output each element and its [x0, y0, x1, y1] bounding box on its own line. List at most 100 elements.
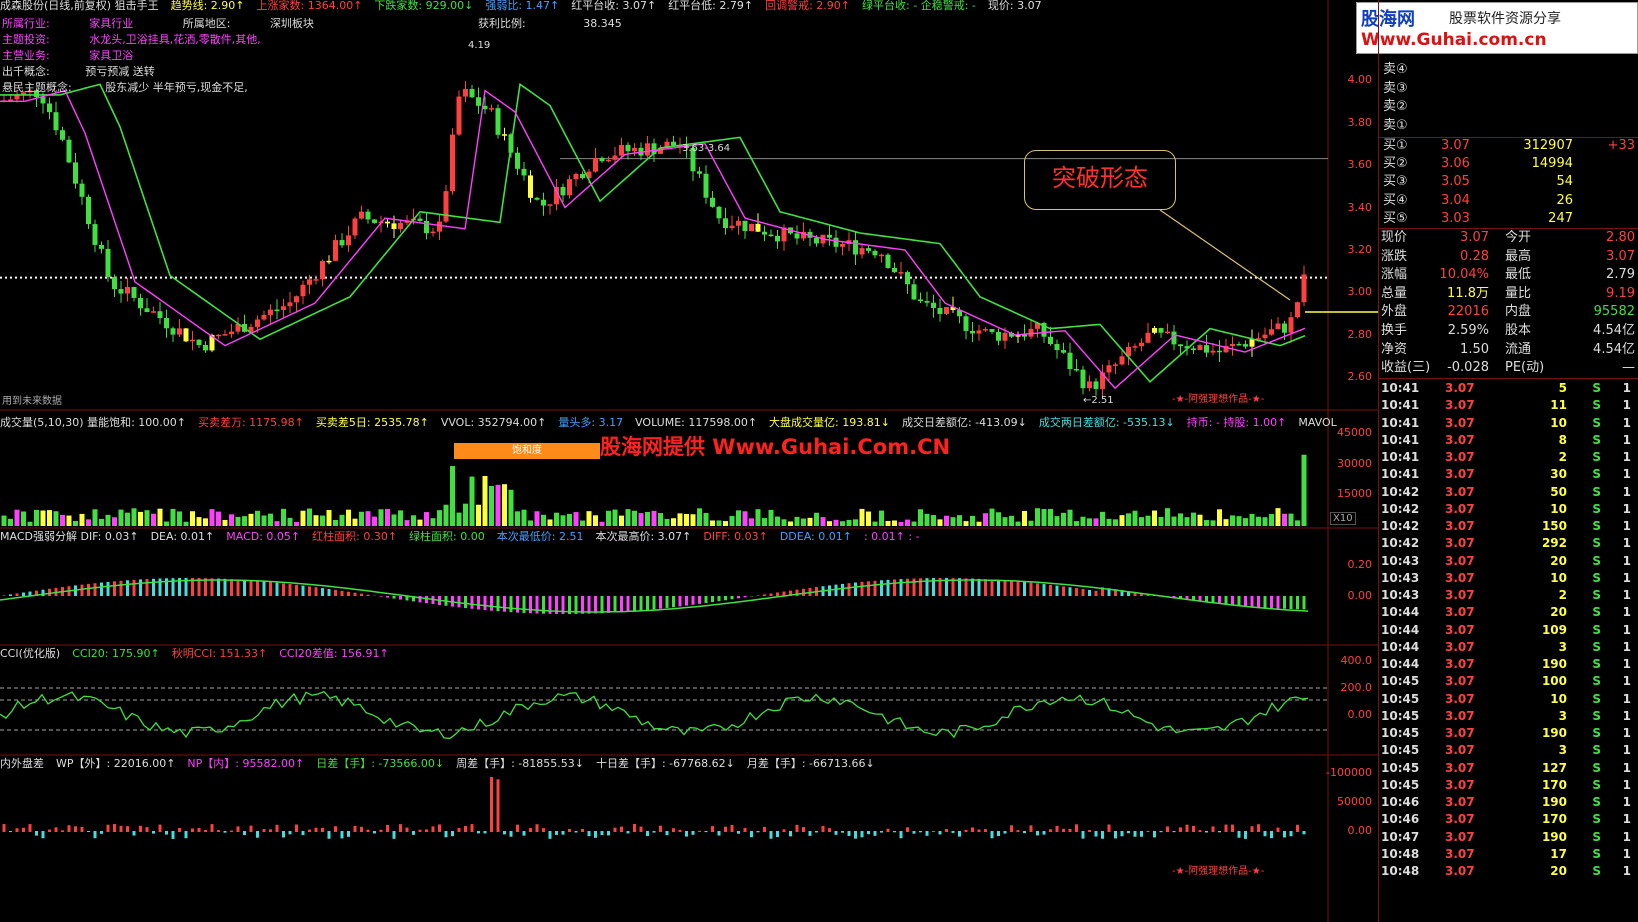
buy-order-row[interactable]: 买② 3.06 14994 — [1379, 155, 1638, 173]
tick-row[interactable]: 10:42 3.07 292 S 1 — [1379, 535, 1638, 552]
macd-bar — [1023, 582, 1026, 596]
macd-bar — [379, 596, 383, 597]
np-bar — [1088, 830, 1091, 832]
volume-bar — [255, 510, 260, 526]
np-bar — [1023, 831, 1026, 834]
chart-area[interactable]: 成森股份(日线,前复权) 狙击手王 趋势线: 2.90↑ 上涨家数: 1364.00… — [0, 0, 1378, 922]
cci-axis-tick: 400.0 — [1340, 654, 1373, 667]
price-axis-tick: 3.00 — [1347, 285, 1373, 298]
np-bar — [977, 829, 981, 832]
macd-bar — [275, 582, 279, 596]
np-bar — [41, 831, 45, 839]
np-bar — [717, 831, 721, 836]
buy-order-row[interactable]: 买① 3.07 312907 +33 — [1379, 137, 1638, 155]
volume-header-item: 成交量(5,10,30) 量能饱和: 100.00↑ — [0, 416, 186, 429]
candle-body — [1093, 381, 1099, 389]
tick-row[interactable]: 10:41 3.07 8 S 1 — [1379, 432, 1638, 449]
np-bar — [204, 829, 207, 832]
macd-bar — [717, 596, 721, 602]
np-bar — [522, 831, 526, 836]
volume-bar — [326, 510, 332, 526]
np-bar — [1101, 831, 1104, 839]
volume-bar — [437, 510, 442, 526]
tick-row[interactable]: 10:48 3.07 17 S 1 — [1379, 846, 1638, 863]
macd-bar — [646, 596, 649, 610]
np-bar — [405, 827, 409, 832]
volume-bar — [482, 476, 488, 526]
tick-row[interactable]: 10:43 3.07 20 S 1 — [1379, 553, 1638, 570]
macd-bar — [282, 583, 285, 596]
np-bar — [581, 828, 584, 832]
tick-row[interactable]: 10:45 3.07 10 S 1 — [1379, 691, 1638, 708]
tick-row[interactable]: 10:43 3.07 2 S 1 — [1379, 587, 1638, 604]
tick-row[interactable]: 10:45 3.07 3 S 1 — [1379, 708, 1638, 725]
macd-bar — [509, 596, 513, 613]
tick-row[interactable]: 10:42 3.07 10 S 1 — [1379, 501, 1638, 518]
tick-row[interactable]: 10:46 3.07 170 S 1 — [1379, 811, 1638, 828]
tick-row[interactable]: 10:46 3.07 190 S 1 — [1379, 794, 1638, 811]
region-value: 深圳板块 — [269, 17, 314, 30]
macd-bar — [249, 580, 253, 596]
np-bar — [743, 827, 747, 832]
np-bar — [230, 830, 233, 832]
tick-volume: 150 — [1541, 519, 1567, 533]
np-header-item: 月差【手】: -66713.66↓ — [746, 757, 875, 770]
macd-header-item: MACD强弱分解 DIF: 0.03↑ — [0, 530, 139, 543]
volume-bar — [560, 515, 566, 526]
candle-body — [326, 260, 332, 263]
tick-row[interactable]: 10:48 3.07 20 S 1 — [1379, 863, 1638, 880]
candle-body — [1132, 346, 1138, 348]
tick-row[interactable]: 10:45 3.07 190 S 1 — [1379, 725, 1638, 742]
tick-row[interactable]: 10:41 3.07 5 S 1 — [1379, 380, 1638, 397]
tick-row[interactable]: 10:45 3.07 100 S 1 — [1379, 673, 1638, 690]
tick-row[interactable]: 10:41 3.07 2 S 1 — [1379, 449, 1638, 466]
tick-row[interactable]: 10:41 3.07 30 S 1 — [1379, 466, 1638, 483]
tick-row[interactable]: 10:44 3.07 20 S 1 — [1379, 604, 1638, 621]
np-bar — [620, 826, 623, 832]
sell-order-row[interactable]: 卖③ — [1379, 80, 1638, 98]
np-bar — [548, 831, 552, 839]
tick-row[interactable]: 10:44 3.07 3 S 1 — [1379, 639, 1638, 656]
sell-order-row[interactable]: 卖② — [1379, 98, 1638, 116]
buy-order-price: 3.05 — [1441, 174, 1470, 190]
tick-side: S — [1592, 657, 1601, 671]
tick-row[interactable]: 10:44 3.07 109 S 1 — [1379, 622, 1638, 639]
volume-bar — [749, 518, 754, 526]
volume-bar — [125, 512, 130, 526]
tick-row[interactable]: 10:42 3.07 50 S 1 — [1379, 484, 1638, 501]
sell-order-row[interactable]: 卖④ — [1379, 61, 1638, 79]
tick-row[interactable]: 10:45 3.07 3 S 1 — [1379, 742, 1638, 759]
volume-bar — [521, 509, 527, 526]
np-bar — [295, 824, 298, 832]
np-bar — [613, 827, 617, 832]
tick-row[interactable]: 10:45 3.07 170 S 1 — [1379, 777, 1638, 794]
watermark-text: 股海网提供 Www.Guhai.Com.CN — [600, 435, 951, 459]
buy-order-row[interactable]: 买③ 3.05 54 — [1379, 173, 1638, 191]
volume-header-item: 买卖差万: 1175.98↑ — [197, 416, 304, 429]
tick-row[interactable]: 10:43 3.07 10 S 1 — [1379, 570, 1638, 587]
tick-row[interactable]: 10:47 3.07 190 S 1 — [1379, 829, 1638, 846]
tick-row[interactable]: 10:41 3.07 10 S 1 — [1379, 415, 1638, 432]
tick-row[interactable]: 10:42 3.07 150 S 1 — [1379, 518, 1638, 535]
candle-body — [872, 250, 878, 256]
quote-stat-row: 涨跌 0.28 最高 3.07 — [1379, 248, 1638, 267]
cci-header: CCI(优化版) CCI20: 175.90↑ 秋明CCI: 151.33↑ CCI2… — [0, 645, 401, 663]
buy-order-volume: 247 — [1548, 210, 1573, 226]
candle-body — [528, 175, 533, 198]
volume-bar — [14, 509, 20, 526]
tick-row[interactable]: 10:44 3.07 190 S 1 — [1379, 656, 1638, 673]
tick-row[interactable]: 10:45 3.07 127 S 1 — [1379, 760, 1638, 777]
buy-order-row[interactable]: 买⑤ 3.03 247 — [1379, 210, 1638, 228]
tick-row[interactable]: 10:41 3.07 11 S 1 — [1379, 397, 1638, 414]
candle-body — [573, 173, 579, 180]
candle-body — [268, 309, 273, 315]
chart-canvas[interactable] — [0, 0, 1378, 922]
buy-order-row[interactable]: 买④ 3.04 26 — [1379, 192, 1638, 210]
volume-bar — [898, 521, 904, 526]
retail-concept-label: 悬民主题概念: — [2, 81, 72, 94]
tick-side: S — [1592, 777, 1601, 792]
volume-bar — [157, 508, 163, 526]
sell-order-row[interactable]: 卖① — [1379, 117, 1638, 135]
macd-bar — [841, 583, 844, 596]
volume-bar — [801, 518, 806, 526]
